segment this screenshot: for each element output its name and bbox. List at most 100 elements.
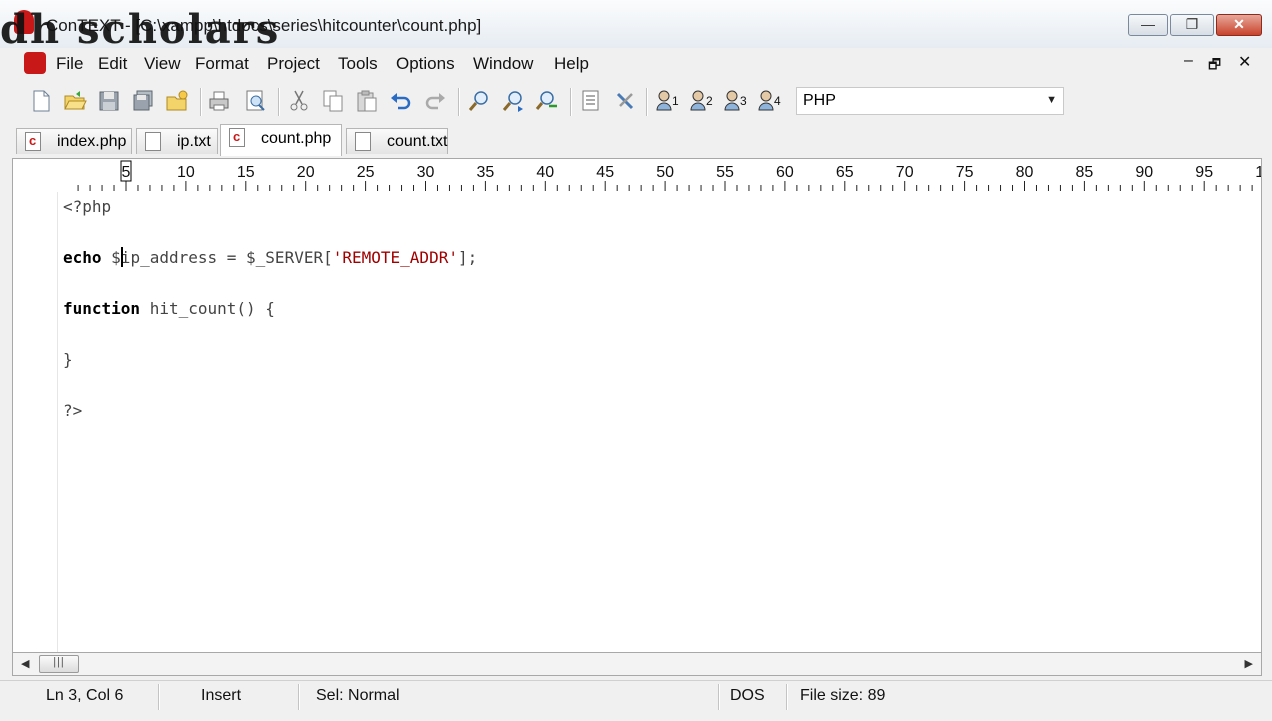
menu-format[interactable]: Format bbox=[195, 54, 249, 74]
file-size: File size: 89 bbox=[800, 687, 886, 704]
maximize-icon: ❐ bbox=[1185, 16, 1199, 32]
line-gutter bbox=[13, 192, 58, 652]
paste-icon[interactable] bbox=[354, 88, 380, 114]
code-line-3: echo $ip_address = $_SERVER['REMOTE_ADDR… bbox=[63, 248, 477, 267]
grip-icon: ||| bbox=[53, 656, 65, 668]
ruler-label: 65 bbox=[836, 164, 854, 181]
ruler-label: 75 bbox=[956, 164, 974, 181]
text-file-icon bbox=[355, 132, 371, 151]
text-caret bbox=[121, 247, 123, 267]
ruler-label: 80 bbox=[1016, 164, 1034, 181]
ruler-label: 70 bbox=[896, 164, 914, 181]
replace-icon[interactable] bbox=[534, 88, 560, 114]
ruler-label: 25 bbox=[357, 164, 375, 181]
find-icon[interactable] bbox=[466, 88, 492, 114]
ruler-label: 20 bbox=[297, 164, 315, 181]
user-command-4-number: 4 bbox=[774, 94, 781, 108]
ruler-label: 45 bbox=[596, 164, 614, 181]
ruler-label: 90 bbox=[1135, 164, 1153, 181]
menu-edit[interactable]: Edit bbox=[98, 54, 127, 74]
copy-icon[interactable] bbox=[320, 88, 346, 114]
user-command-2-number: 2 bbox=[706, 94, 713, 108]
minimize-icon: — bbox=[1141, 16, 1155, 32]
code-editor[interactable]: <?php echo $ip_address = $_SERVER['REMOT… bbox=[12, 192, 1262, 652]
minimize-button[interactable]: — bbox=[1128, 14, 1168, 36]
file-compare-icon[interactable] bbox=[578, 88, 604, 114]
horizontal-scrollbar[interactable]: ◀ ||| ▶ bbox=[12, 652, 1262, 676]
line-ending: DOS bbox=[730, 687, 765, 704]
ruler-label: 60 bbox=[776, 164, 794, 181]
variable-assignment: $ip_address = $_SERVER[ bbox=[111, 248, 333, 267]
menu-project[interactable]: Project bbox=[267, 54, 320, 74]
menu-window[interactable]: Window bbox=[473, 54, 533, 74]
tab-index-php[interactable]: index.php bbox=[16, 128, 132, 154]
code-line-1: <?php bbox=[63, 197, 112, 216]
mdi-close-button[interactable]: ✕ bbox=[1238, 52, 1251, 72]
find-next-icon[interactable] bbox=[500, 88, 526, 114]
cursor-position: Ln 3, Col 6 bbox=[46, 687, 124, 704]
save-icon[interactable] bbox=[96, 88, 122, 114]
cut-icon[interactable] bbox=[286, 88, 312, 114]
tab-label: ip.txt bbox=[177, 133, 211, 150]
print-preview-icon[interactable] bbox=[242, 88, 268, 114]
tab-count-php[interactable]: count.php bbox=[220, 124, 342, 156]
open-folder-icon[interactable] bbox=[62, 88, 88, 114]
menu-help[interactable]: Help bbox=[554, 54, 589, 74]
undo-icon[interactable] bbox=[388, 88, 414, 114]
redo-icon[interactable] bbox=[422, 88, 448, 114]
php-file-icon bbox=[25, 132, 41, 151]
ruler-label: 40 bbox=[536, 164, 554, 181]
tab-label: count.php bbox=[261, 130, 332, 147]
scroll-thumb[interactable]: ||| bbox=[39, 655, 79, 673]
keyword-function: function bbox=[63, 299, 141, 318]
code-line-5: function hit_count() { bbox=[63, 299, 275, 318]
tab-label: index.php bbox=[57, 133, 127, 150]
tools-icon[interactable] bbox=[612, 88, 638, 114]
ruler-label: 95 bbox=[1195, 164, 1213, 181]
open-project-icon[interactable] bbox=[164, 88, 190, 114]
tab-count-txt[interactable]: count.txt bbox=[346, 128, 448, 154]
string-literal: 'REMOTE_ADDR' bbox=[332, 248, 458, 267]
print-icon[interactable] bbox=[206, 88, 232, 114]
ruler-scale: 5 10 15 20 25 30 35 40 45 50 55 60 65 70 75 80 85 90 95 10 bbox=[77, 160, 1262, 191]
mdi-restore-button[interactable]: 🗗 bbox=[1208, 54, 1221, 78]
code-line-9: ?> bbox=[63, 401, 83, 420]
menu-view[interactable]: View bbox=[144, 54, 181, 74]
tab-ip-txt[interactable]: ip.txt bbox=[136, 128, 218, 154]
chevron-down-icon: ▼ bbox=[1046, 94, 1057, 106]
user-command-1-number: 1 bbox=[672, 94, 679, 108]
keyword-echo: echo bbox=[63, 248, 102, 267]
mdi-minimize-button[interactable]: – bbox=[1184, 52, 1193, 70]
ruler-label: 35 bbox=[477, 164, 495, 181]
ruler-label: 5 bbox=[122, 164, 131, 181]
maximize-button[interactable]: ❐ bbox=[1170, 14, 1214, 36]
close-button[interactable]: ✕ bbox=[1216, 14, 1262, 36]
menu-file[interactable]: File bbox=[56, 54, 83, 74]
ruler-label: 50 bbox=[656, 164, 674, 181]
ruler: 5 10 15 20 25 30 35 40 45 50 55 60 65 70 75 80 85 90 95 10 bbox=[12, 158, 1262, 192]
menu-options[interactable]: Options bbox=[396, 54, 455, 74]
status-bar bbox=[0, 680, 1272, 721]
user-command-3-number: 3 bbox=[740, 94, 747, 108]
php-file-icon bbox=[229, 128, 245, 147]
tab-label: count.txt bbox=[387, 133, 448, 150]
scroll-right-icon[interactable]: ▶ bbox=[1245, 657, 1253, 670]
ruler-label: 15 bbox=[237, 164, 255, 181]
code-line-7: } bbox=[63, 350, 73, 369]
watermark: dh scholars bbox=[0, 6, 281, 53]
highlighter-value: PHP bbox=[803, 92, 836, 109]
text-file-icon bbox=[145, 132, 161, 151]
statement-end: ]; bbox=[457, 248, 478, 267]
close-icon: ✕ bbox=[1233, 16, 1245, 32]
menu-tools[interactable]: Tools bbox=[338, 54, 378, 74]
highlighter-select[interactable]: PHP ▼ bbox=[796, 87, 1064, 115]
ruler-label: 10 bbox=[1255, 164, 1262, 181]
document-menu-icon[interactable] bbox=[24, 52, 46, 74]
function-signature: hit_count() { bbox=[140, 299, 275, 318]
new-file-icon[interactable] bbox=[28, 88, 54, 114]
save-all-icon[interactable] bbox=[130, 88, 156, 114]
ruler-label: 55 bbox=[716, 164, 734, 181]
edit-mode: Insert bbox=[201, 687, 242, 704]
scroll-left-icon[interactable]: ◀ bbox=[21, 657, 29, 670]
selection-mode: Sel: Normal bbox=[316, 687, 400, 704]
